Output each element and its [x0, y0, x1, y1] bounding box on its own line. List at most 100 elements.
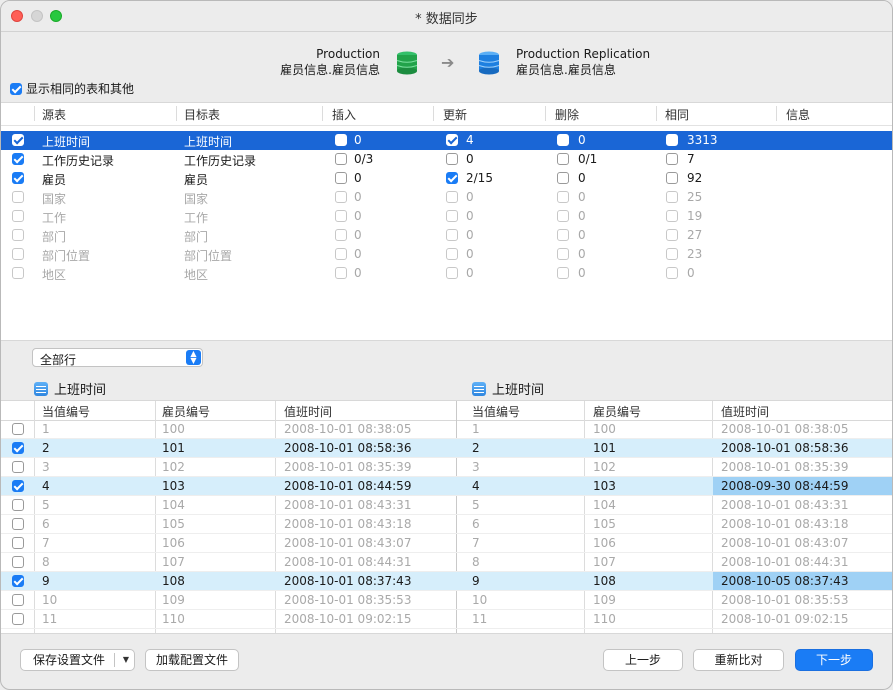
- record-row[interactable]: 10 109 2008-10-01 08:35:53 10 109 2008-10-01 …: [1, 591, 892, 610]
- table-compare-row[interactable]: 地区 地区 0 0 0 0: [1, 264, 892, 283]
- left-employee-id: 101: [162, 441, 185, 455]
- record-select-checkbox[interactable]: [12, 575, 24, 587]
- save-profile-button[interactable]: 保存设置文件 ▼: [20, 649, 135, 671]
- record-select-checkbox[interactable]: [12, 613, 24, 625]
- insert-checkbox[interactable]: [335, 134, 347, 146]
- col-same[interactable]: 相同: [665, 106, 689, 123]
- record-row[interactable]: 3 102 2008-10-01 08:35:39 3 102 2008-10-01 08…: [1, 458, 892, 477]
- col-left-duty-id[interactable]: 当值编号: [42, 403, 90, 420]
- delete-checkbox[interactable]: [557, 267, 569, 279]
- row-select-checkbox[interactable]: [12, 172, 24, 184]
- table-compare-row[interactable]: 部门位置 部门位置 0 0 0 23: [1, 245, 892, 264]
- record-row[interactable]: 4 103 2008-10-01 08:44:59 4 103 2008-09-30 08…: [1, 477, 892, 496]
- update-checkbox[interactable]: [446, 229, 458, 241]
- left-duty-id: 3: [42, 460, 50, 474]
- record-select-checkbox[interactable]: [12, 518, 24, 530]
- record-row[interactable]: 1 100 2008-10-01 08:38:05 1 100 2008-10-01 08…: [1, 420, 892, 439]
- record-row[interactable]: 2 101 2008-10-01 08:58:36 2 101 2008-10-01 08…: [1, 439, 892, 458]
- record-select-checkbox[interactable]: [12, 480, 24, 492]
- row-select-checkbox[interactable]: [12, 229, 24, 241]
- record-row[interactable]: 8 107 2008-10-01 08:44:31 8 107 2008-10-01 08…: [1, 553, 892, 572]
- col-right-duty-time[interactable]: 值班时间: [721, 403, 769, 420]
- insert-checkbox[interactable]: [335, 153, 347, 165]
- insert-checkbox[interactable]: [335, 248, 347, 260]
- insert-checkbox[interactable]: [335, 229, 347, 241]
- row-select-checkbox[interactable]: [12, 153, 24, 165]
- delete-checkbox[interactable]: [557, 248, 569, 260]
- same-checkbox[interactable]: [666, 248, 678, 260]
- same-checkbox[interactable]: [666, 267, 678, 279]
- insert-checkbox[interactable]: [335, 172, 347, 184]
- source-table-name: 工作: [42, 211, 67, 225]
- recompare-button[interactable]: 重新比对: [693, 649, 784, 671]
- delete-checkbox[interactable]: [557, 134, 569, 146]
- update-checkbox[interactable]: [446, 134, 458, 146]
- same-checkbox[interactable]: [666, 210, 678, 222]
- same-checkbox[interactable]: [666, 172, 678, 184]
- row-select-checkbox[interactable]: [12, 134, 24, 146]
- col-left-duty-time[interactable]: 值班时间: [284, 403, 332, 420]
- insert-checkbox[interactable]: [335, 191, 347, 203]
- col-source-table[interactable]: 源表: [42, 106, 66, 123]
- record-select-checkbox[interactable]: [12, 556, 24, 568]
- record-select-checkbox[interactable]: [12, 499, 24, 511]
- record-row[interactable]: 9 108 2008-10-01 08:37:43 9 108 2008-10-05 08…: [1, 572, 892, 591]
- row-filter-select[interactable]: 全部行 ▲ ▼: [32, 348, 203, 367]
- table-compare-row[interactable]: 部门 部门 0 0 0 27: [1, 226, 892, 245]
- right-duty-time: 2008-10-05 08:37:43: [721, 574, 849, 588]
- target-info: Production Replication 雇员信息.雇员信息: [516, 46, 650, 78]
- right-duty-id: 1: [472, 422, 480, 436]
- insert-checkbox[interactable]: [335, 267, 347, 279]
- row-select-checkbox[interactable]: [12, 267, 24, 279]
- load-profile-button[interactable]: 加载配置文件: [145, 649, 239, 671]
- col-delete[interactable]: 删除: [555, 106, 579, 123]
- table-compare-row[interactable]: 雇员 雇员 0 2/15 0 92: [1, 169, 892, 188]
- record-row[interactable]: 11 110 2008-10-01 09:02:15 11 110 2008-10-01 …: [1, 610, 892, 629]
- table-compare-row[interactable]: 国家 国家 0 0 0 25: [1, 188, 892, 207]
- update-checkbox[interactable]: [446, 172, 458, 184]
- col-info[interactable]: 信息: [786, 106, 810, 123]
- table-compare-row[interactable]: 工作历史记录 工作历史记录 0/3 0 0/1 7: [1, 150, 892, 169]
- col-left-employee-id[interactable]: 雇员编号: [162, 403, 210, 420]
- delete-checkbox[interactable]: [557, 153, 569, 165]
- row-select-checkbox[interactable]: [12, 191, 24, 203]
- insert-checkbox[interactable]: [335, 210, 347, 222]
- col-update[interactable]: 更新: [443, 106, 467, 123]
- update-checkbox[interactable]: [446, 153, 458, 165]
- same-checkbox[interactable]: [666, 153, 678, 165]
- record-row[interactable]: 7 106 2008-10-01 08:43:07 7 106 2008-10-01 08…: [1, 534, 892, 553]
- col-target-table[interactable]: 目标表: [184, 106, 220, 123]
- col-insert[interactable]: 插入: [332, 106, 356, 123]
- previous-button[interactable]: 上一步: [603, 649, 683, 671]
- row-select-checkbox[interactable]: [12, 248, 24, 260]
- same-checkbox[interactable]: [666, 229, 678, 241]
- delete-checkbox[interactable]: [557, 210, 569, 222]
- update-checkbox[interactable]: [446, 248, 458, 260]
- left-duty-time: 2008-10-01 08:43:18: [284, 517, 412, 531]
- same-checkbox[interactable]: [666, 134, 678, 146]
- delete-checkbox[interactable]: [557, 172, 569, 184]
- show-same-checkbox[interactable]: [10, 82, 22, 95]
- record-select-checkbox[interactable]: [12, 537, 24, 549]
- record-select-checkbox[interactable]: [12, 594, 24, 606]
- same-checkbox[interactable]: [666, 191, 678, 203]
- show-same-option[interactable]: 显示相同的表和其他: [10, 80, 134, 97]
- col-right-duty-id[interactable]: 当值编号: [472, 403, 520, 420]
- record-row[interactable]: 5 104 2008-10-01 08:43:31 5 104 2008-10-01 08…: [1, 496, 892, 515]
- update-checkbox[interactable]: [446, 210, 458, 222]
- table-compare-row[interactable]: 上班时间 上班时间 0 4 0 3313: [1, 131, 892, 150]
- delete-checkbox[interactable]: [557, 229, 569, 241]
- record-select-checkbox[interactable]: [12, 442, 24, 454]
- update-checkbox[interactable]: [446, 267, 458, 279]
- col-right-employee-id[interactable]: 雇员编号: [593, 403, 641, 420]
- record-select-checkbox[interactable]: [12, 423, 24, 435]
- table-compare-row[interactable]: 工作 工作 0 0 0 19: [1, 207, 892, 226]
- record-row[interactable]: 6 105 2008-10-01 08:43:18 6 105 2008-10-01 08…: [1, 515, 892, 534]
- row-select-checkbox[interactable]: [12, 210, 24, 222]
- record-select-checkbox[interactable]: [12, 461, 24, 473]
- next-button[interactable]: 下一步: [795, 649, 873, 671]
- delete-count: 0: [578, 209, 586, 223]
- delete-checkbox[interactable]: [557, 191, 569, 203]
- update-checkbox[interactable]: [446, 191, 458, 203]
- chevron-down-icon[interactable]: ▼: [123, 650, 129, 670]
